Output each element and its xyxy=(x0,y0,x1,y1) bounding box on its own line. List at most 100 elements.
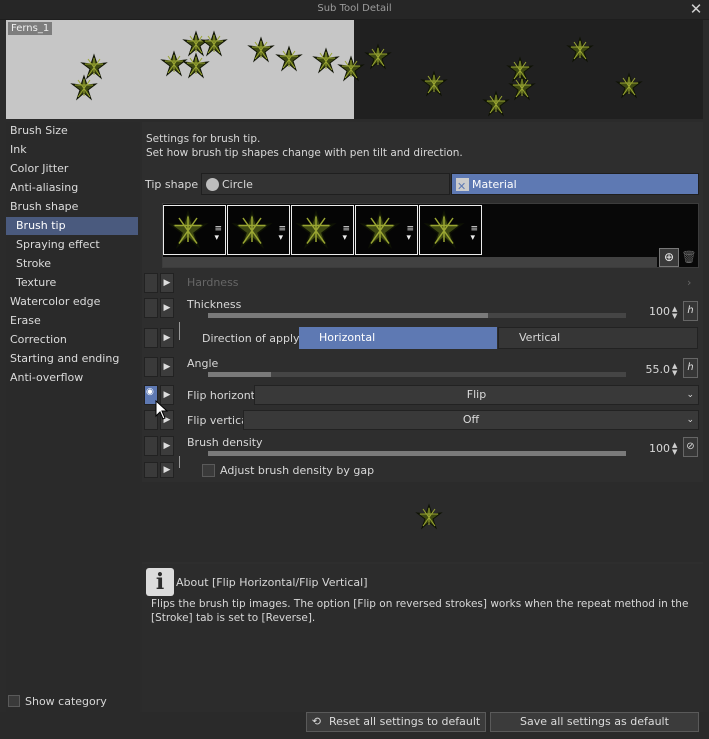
sidebar-item-erase[interactable]: Erase xyxy=(6,312,138,330)
flip-vertical-label: Flip vertical xyxy=(187,414,251,427)
adjust-density-checkbox[interactable] xyxy=(202,464,215,477)
flip-vertical-dropdown[interactable]: Off ⌄ xyxy=(243,410,699,430)
brush-tip-thumbnail[interactable]: ≡ ▾ xyxy=(227,205,290,255)
close-icon[interactable]: ✕ xyxy=(688,1,704,17)
tree-line xyxy=(179,322,180,340)
brush-tip-thumbnail[interactable]: ≡ ▾ xyxy=(163,205,226,255)
tip-shape-circle-button[interactable]: Circle xyxy=(201,173,450,195)
sidebar-item-correction[interactable]: Correction xyxy=(6,331,138,349)
preview-name: Ferns_1 xyxy=(8,22,53,35)
spin-arrows-icon[interactable]: ▲ ▼ xyxy=(672,442,677,456)
expand-arrow-icon[interactable]: ▶ xyxy=(160,462,174,478)
pressure-icon[interactable]: ℎ xyxy=(683,358,698,378)
tip-shape-material-button[interactable]: Material xyxy=(451,173,699,198)
save-settings-button[interactable]: Save all settings as default xyxy=(490,712,699,732)
tip-menu-icon[interactable]: ≡ ▾ xyxy=(214,225,222,243)
tip-menu-icon[interactable]: ≡ ▾ xyxy=(406,225,414,243)
expand-arrow-icon[interactable]: ▶ xyxy=(160,273,174,293)
thickness-value[interactable]: 100 xyxy=(642,305,670,318)
tree-line xyxy=(179,456,180,468)
slider-fill xyxy=(208,372,271,377)
spin-arrows-icon[interactable]: ▲ ▼ xyxy=(672,306,677,320)
checkbox-box[interactable] xyxy=(8,695,20,707)
show-category-checkbox[interactable]: Show category xyxy=(8,694,107,710)
tip-menu-icon[interactable]: ≡ ▾ xyxy=(470,225,478,243)
toggle-box[interactable] xyxy=(144,298,158,318)
direction-horizontal-button[interactable]: Horizontal xyxy=(299,327,497,349)
brush-density-value[interactable]: 100 xyxy=(642,442,670,455)
hardness-label: Hardness xyxy=(187,276,239,289)
help-panel: i About [Flip Horizontal/Flip Vertical] … xyxy=(142,564,703,712)
toggle-box[interactable] xyxy=(144,436,158,456)
slider-fill xyxy=(208,313,489,318)
fern-tip-image xyxy=(361,211,399,248)
density-setting-icon[interactable]: ⊘ xyxy=(683,437,698,457)
delete-tip-icon[interactable]: 🗑 xyxy=(681,248,697,267)
thickness-label: Thickness xyxy=(187,298,242,311)
expand-arrow-icon[interactable]: ▶ xyxy=(160,357,174,377)
sidebar-item-spraying-effect[interactable]: Spraying effect xyxy=(6,236,138,254)
stroke-preview-fern xyxy=(416,504,442,529)
brush-tip-list: ≡ ▾ ≡ ▾ ≡ ▾ ≡ ▾ ≡ ▾ ⊕ 🗑 xyxy=(162,203,699,268)
adjust-density-label: Adjust brush density by gap xyxy=(220,464,375,477)
tip-list-scrollbar[interactable] xyxy=(163,257,657,267)
expand-arrow-icon[interactable]: ▶ xyxy=(160,436,174,456)
help-title: About [Flip Horizontal/Flip Vertical] xyxy=(176,576,368,589)
sidebar-item-brush-shape[interactable]: Brush shape xyxy=(6,198,138,216)
brush-tip-thumbnail[interactable]: ≡ ▾ xyxy=(419,205,482,255)
flip-horizontal-value: Flip xyxy=(466,388,487,401)
tip-menu-icon[interactable]: ≡ ▾ xyxy=(342,225,350,243)
window-title: Sub Tool Detail xyxy=(317,3,392,14)
sidebar-item-color-jitter[interactable]: Color Jitter xyxy=(6,160,138,178)
sidebar-item-stroke[interactable]: Stroke xyxy=(6,255,138,273)
chevron-down-icon: ⌄ xyxy=(686,390,694,400)
panel-description: Settings for brush tip. Set how brush ti… xyxy=(146,132,463,160)
sidebar-item-brush-size[interactable]: Brush Size xyxy=(6,122,138,140)
sidebar-item-brush-tip[interactable]: Brush tip xyxy=(6,217,138,235)
tip-shape-label: Tip shape xyxy=(145,178,199,191)
brush-tip-thumbnail[interactable]: ≡ ▾ xyxy=(355,205,418,255)
title-bar: Sub Tool Detail ✕ xyxy=(0,0,709,20)
pressure-icon[interactable]: ℎ xyxy=(683,301,698,321)
material-icon xyxy=(456,176,469,198)
reset-icon: ⟲ xyxy=(311,715,322,728)
reset-label: Reset all settings to default xyxy=(329,715,481,728)
sidebar-item-texture[interactable]: Texture xyxy=(6,274,138,292)
thickness-slider[interactable] xyxy=(208,313,626,318)
brush-preview: Ferns_1 xyxy=(6,20,703,119)
stroke-preview-area xyxy=(142,482,703,562)
help-body: Flips the brush tip images. The option [… xyxy=(151,598,689,624)
fern-tip-image xyxy=(169,211,207,248)
fern-tip-image xyxy=(233,211,271,248)
chevron-right-icon: › xyxy=(687,276,692,289)
toggle-box[interactable] xyxy=(144,328,158,348)
sidebar-item-starting-and-ending[interactable]: Starting and ending xyxy=(6,350,138,368)
expand-arrow-icon[interactable]: ▶ xyxy=(160,298,174,318)
mouse-cursor-icon xyxy=(155,400,169,420)
sidebar-item-ink[interactable]: Ink xyxy=(6,141,138,159)
circle-icon xyxy=(206,178,219,191)
brush-tip-thumbnail[interactable]: ≡ ▾ xyxy=(291,205,354,255)
reset-settings-button[interactable]: ⟲ Reset all settings to default xyxy=(306,712,486,732)
spin-arrows-icon[interactable]: ▲ ▼ xyxy=(672,363,677,377)
direction-vertical-button[interactable]: Vertical xyxy=(498,327,698,349)
sidebar-item-anti-aliasing[interactable]: Anti-aliasing xyxy=(6,179,138,197)
angle-slider[interactable] xyxy=(208,372,626,377)
toggle-box[interactable] xyxy=(144,357,158,377)
add-tip-button[interactable]: ⊕ xyxy=(659,248,679,267)
tip-menu-icon[interactable]: ≡ ▾ xyxy=(278,225,286,243)
slider-fill xyxy=(208,451,626,456)
sidebar-item-watercolor-edge[interactable]: Watercolor edge xyxy=(6,293,138,311)
angle-value[interactable]: 55.0 xyxy=(642,363,671,376)
flip-horizontal-dropdown[interactable]: Flip ⌄ xyxy=(254,385,699,405)
toggle-box[interactable] xyxy=(144,462,158,478)
chevron-down-icon: ⌄ xyxy=(686,415,694,425)
toggle-box[interactable] xyxy=(144,273,158,293)
circle-label: Circle xyxy=(222,178,253,191)
brush-density-slider[interactable] xyxy=(208,451,626,456)
show-category-label: Show category xyxy=(25,695,107,708)
brush-density-label: Brush density xyxy=(187,436,263,449)
expand-arrow-icon[interactable]: ▶ xyxy=(160,328,174,348)
sidebar-item-anti-overflow[interactable]: Anti-overflow xyxy=(6,369,138,387)
vertical-label: Vertical xyxy=(519,331,561,344)
